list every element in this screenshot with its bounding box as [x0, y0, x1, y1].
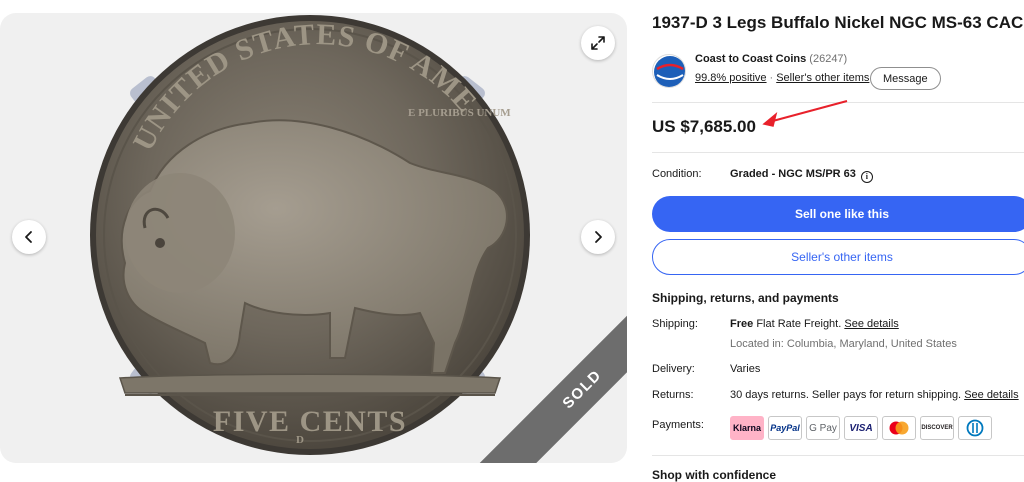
diners-club-icon — [958, 416, 992, 440]
returns-label: Returns: — [652, 389, 694, 401]
payments-label: Payments: — [652, 419, 704, 431]
divider — [652, 152, 1024, 153]
mastercard-icon — [882, 416, 916, 440]
returns-see-details-link[interactable]: See details — [964, 389, 1018, 401]
returns-text: 30 days returns. Seller pays for return … — [730, 389, 962, 401]
delivery-value: Varies — [730, 363, 761, 375]
coin-image: UNITED STATES OF AMERICA E PLURIBUS UNUM… — [0, 13, 530, 455]
expand-icon — [591, 36, 605, 50]
listing-page: UNITED STATES OF AMERICA E PLURIBUS UNUM… — [0, 0, 1024, 482]
shipping-description: Flat Rate Freight. — [756, 318, 842, 330]
divider — [652, 455, 1024, 456]
red-arrow-annotation — [762, 100, 848, 127]
delivery-label: Delivery: — [652, 363, 695, 375]
condition-value: Graded - NGC MS/PR 63 i — [730, 168, 873, 183]
coin-denomination-text: FIVE CENTS — [213, 405, 407, 438]
image-gallery[interactable]: UNITED STATES OF AMERICA E PLURIBUS UNUM… — [0, 13, 627, 463]
diners-club-logo — [966, 419, 984, 437]
visa-icon: VISA — [844, 416, 878, 440]
shipping-value: Free Flat Rate Freight. See details — [730, 318, 899, 330]
shipping-section-heading: Shipping, returns, and payments — [652, 291, 839, 305]
coin-motto-text: E PLURIBUS UNUM — [408, 107, 511, 119]
info-icon[interactable]: i — [860, 171, 873, 183]
previous-image-button[interactable] — [12, 220, 46, 254]
google-pay-icon: G Pay — [806, 416, 840, 440]
shop-with-confidence-heading: Shop with confidence — [652, 468, 777, 482]
shipping-see-details-link[interactable]: See details — [844, 318, 898, 330]
mastercard-logo — [889, 421, 909, 435]
klarna-icon: Klarna — [730, 416, 764, 440]
next-image-button[interactable] — [581, 220, 615, 254]
item-location: Located in: Columbia, Maryland, United S… — [730, 338, 957, 350]
listing-details: 1937-D 3 Legs Buffalo Nickel NGC MS-63 C… — [652, 0, 1024, 482]
discover-icon: DISCOVER — [920, 416, 954, 440]
sell-one-like-this-button[interactable]: Sell one like this — [652, 196, 1024, 232]
coin-mintmark-text: D — [296, 434, 304, 446]
chevron-left-icon — [25, 231, 32, 243]
returns-value: 30 days returns. Seller pays for return … — [730, 389, 1019, 401]
payment-methods: Klarna PayPal G Pay VISA DISCOVER — [730, 416, 992, 440]
sellers-other-items-button[interactable]: Seller's other items — [652, 239, 1024, 275]
condition-label: Condition: — [652, 168, 702, 180]
expand-image-button[interactable] — [581, 26, 615, 60]
condition-value-text: Graded - NGC MS/PR 63 — [730, 168, 856, 180]
shipping-label: Shipping: — [652, 318, 698, 330]
chevron-right-icon — [595, 231, 602, 243]
paypal-icon: PayPal — [768, 416, 802, 440]
shipping-free: Free — [730, 318, 754, 330]
